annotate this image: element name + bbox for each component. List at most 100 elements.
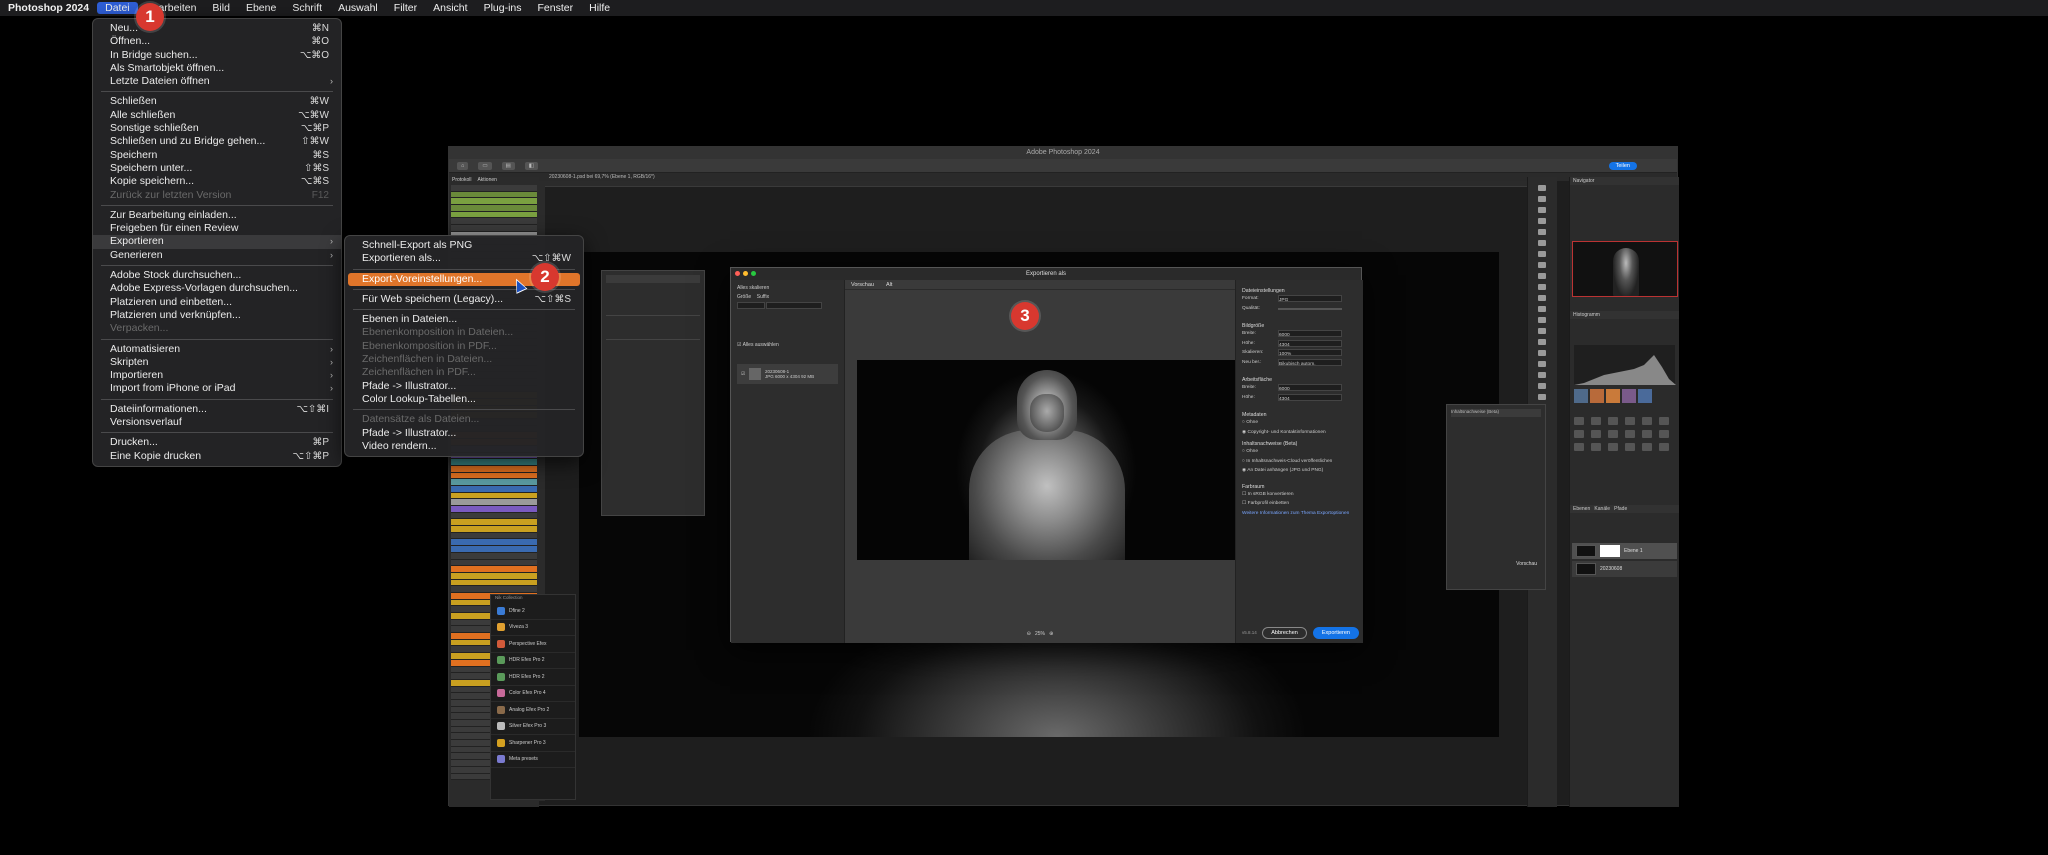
tab-ebenen[interactable]: Ebenen [1573, 506, 1590, 512]
action-row[interactable] [451, 586, 537, 593]
menu-item-adobe-express-vorlagen-durchsuchen[interactable]: Adobe Express-Vorlagen durchsuchen... [93, 282, 341, 295]
tab-aktionen[interactable]: Aktionen [477, 177, 496, 185]
menu-item-als-smartobjekt-öffnen[interactable]: Als Smartobjekt öffnen... [93, 62, 341, 75]
adjustment-icon[interactable] [1591, 417, 1601, 425]
adjustment-icon[interactable] [1625, 430, 1635, 438]
menu-item-alle-schließen[interactable]: Alle schließen ⌥⌘W [93, 109, 341, 122]
action-row[interactable] [451, 218, 537, 226]
menu-item-speichern[interactable]: Speichern ⌘S [93, 149, 341, 162]
action-row[interactable] [451, 526, 537, 533]
suffix-input[interactable] [766, 302, 823, 309]
nik-filter-item[interactable]: Sharpener Pro 3 [491, 735, 575, 752]
menu-item-generieren[interactable]: Generieren › [93, 249, 341, 262]
quality-slider[interactable] [1278, 307, 1342, 310]
nik-filter-item[interactable]: Perspective Efex [491, 636, 575, 653]
swatch-4[interactable] [1622, 389, 1636, 403]
height-input[interactable]: 4304 [1278, 339, 1342, 348]
export-item-schnell-export-als-png[interactable]: Schnell-Export als PNG [345, 239, 583, 252]
tool-icon[interactable] [1538, 251, 1546, 257]
zoom-in-icon[interactable]: ⊕ [1049, 631, 1053, 637]
tool-icon[interactable] [1538, 295, 1546, 301]
tab-protokoll[interactable]: Protokoll [452, 177, 471, 185]
adjustment-icon[interactable] [1574, 430, 1584, 438]
menu-item-sonstige-schließen[interactable]: Sonstige schließen ⌥⌘P [93, 122, 341, 135]
radio-icon[interactable]: ○ [1242, 449, 1245, 454]
action-row[interactable] [451, 185, 537, 192]
swatch-2[interactable] [1590, 389, 1604, 403]
minimize-icon[interactable] [743, 271, 748, 276]
canvas-height-input[interactable]: 4304 [1278, 393, 1342, 402]
tool-icon[interactable] [1538, 262, 1546, 268]
adjustment-icon[interactable] [1625, 443, 1635, 451]
menu-item-schließen[interactable]: Schließen ⌘W [93, 95, 341, 108]
checkbox-icon[interactable]: ☐ [1242, 492, 1246, 497]
action-row[interactable] [451, 479, 537, 486]
tool-icon[interactable] [1538, 394, 1546, 400]
adjustment-icon[interactable] [1642, 417, 1652, 425]
action-row[interactable] [451, 198, 537, 206]
adjustment-icon[interactable] [1659, 430, 1669, 438]
action-row[interactable] [451, 539, 537, 547]
action-row[interactable] [451, 472, 537, 480]
menu-item-exportieren[interactable]: Exportieren › [93, 235, 341, 249]
menu-datei[interactable]: Datei [97, 2, 138, 14]
radio-selected-icon[interactable]: ◉ [1242, 430, 1246, 435]
scale-select[interactable]: 100% [1278, 349, 1342, 357]
tool-icon[interactable] [1538, 350, 1546, 356]
tool-icon[interactable] [1538, 306, 1546, 312]
nik-filter-item[interactable]: Silver Efex Pro 3 [491, 719, 575, 735]
select-all-checkbox[interactable]: ☑ [737, 342, 741, 348]
tool-icon[interactable] [1538, 328, 1546, 334]
adjustment-icon[interactable] [1642, 430, 1652, 438]
tool-icon[interactable] [1538, 317, 1546, 323]
menu-ansicht[interactable]: Ansicht [425, 2, 475, 14]
export-item-color-lookup-tabellen[interactable]: Color Lookup-Tabellen... [345, 393, 583, 406]
action-row[interactable] [451, 546, 537, 553]
action-row[interactable] [451, 459, 537, 466]
tool-icon[interactable] [1538, 185, 1546, 191]
adjustment-icon[interactable] [1574, 417, 1584, 425]
menu-item-letzte-dateien-öffnen[interactable]: Letzte Dateien öffnen › [93, 75, 341, 88]
share-button[interactable]: Teilen [1608, 161, 1637, 170]
menu-schrift[interactable]: Schrift [284, 2, 330, 14]
menu-ebene[interactable]: Ebene [238, 2, 284, 14]
action-row[interactable] [451, 519, 537, 527]
action-row[interactable] [451, 205, 537, 212]
menu-item-öffnen[interactable]: Öffnen... ⌘O [93, 35, 341, 48]
tab-pfade[interactable]: Pfade [1614, 506, 1627, 512]
action-row[interactable] [451, 485, 537, 493]
menu-item-importieren[interactable]: Importieren › [93, 369, 341, 382]
tool-icon[interactable] [1538, 372, 1546, 378]
options-btn-4[interactable]: ◧ [524, 161, 538, 170]
action-row[interactable] [451, 492, 537, 500]
nik-filter-item[interactable]: Dfine 2 [491, 603, 575, 620]
app-menu[interactable]: Photoshop 2024 [0, 2, 97, 14]
menu-item-freigeben-für-einen-review[interactable]: Freigeben für einen Review [93, 222, 341, 235]
export-button[interactable]: Exportieren [1312, 627, 1359, 639]
menu-item-eine-kopie-drucken[interactable]: Eine Kopie drucken ⌥⇧⌘P [93, 450, 341, 463]
menu-item-skripten[interactable]: Skripten › [93, 356, 341, 369]
menu-filter[interactable]: Filter [386, 2, 425, 14]
action-row[interactable] [451, 572, 537, 580]
menu-bild[interactable]: Bild [204, 2, 238, 14]
size-select[interactable] [737, 302, 765, 309]
options-btn-1[interactable]: ⌂ [457, 161, 469, 170]
tool-icon[interactable] [1538, 284, 1546, 290]
menu-item-neu[interactable]: Neu... ⌘N [93, 22, 341, 35]
zoom-icon[interactable] [751, 271, 756, 276]
nik-filter-item[interactable]: Viveza 3 [491, 620, 575, 636]
adjustment-icon[interactable] [1591, 443, 1601, 451]
tool-icon[interactable] [1538, 383, 1546, 389]
menu-plugins[interactable]: Plug-ins [476, 2, 530, 14]
format-select[interactable]: JPG [1278, 295, 1342, 303]
close-icon[interactable] [735, 271, 740, 276]
export-file-item[interactable]: ☑ 20230608-1 JPG 6000 x 4304 92 MB [737, 364, 838, 384]
tab-alt[interactable]: Alt [886, 280, 892, 289]
nik-filter-item[interactable]: Meta presets [491, 752, 575, 768]
adjustment-icon[interactable] [1608, 430, 1618, 438]
nik-filter-item[interactable]: Analog Efex Pro 2 [491, 702, 575, 719]
swatch-3[interactable] [1606, 389, 1620, 403]
menu-auswahl[interactable]: Auswahl [330, 2, 386, 14]
export-item-pfade-illustrator[interactable]: Pfade -> Illustrator... [345, 380, 583, 393]
menu-item-zur-bearbeitung-einladen[interactable]: Zur Bearbeitung einladen... [93, 209, 341, 222]
